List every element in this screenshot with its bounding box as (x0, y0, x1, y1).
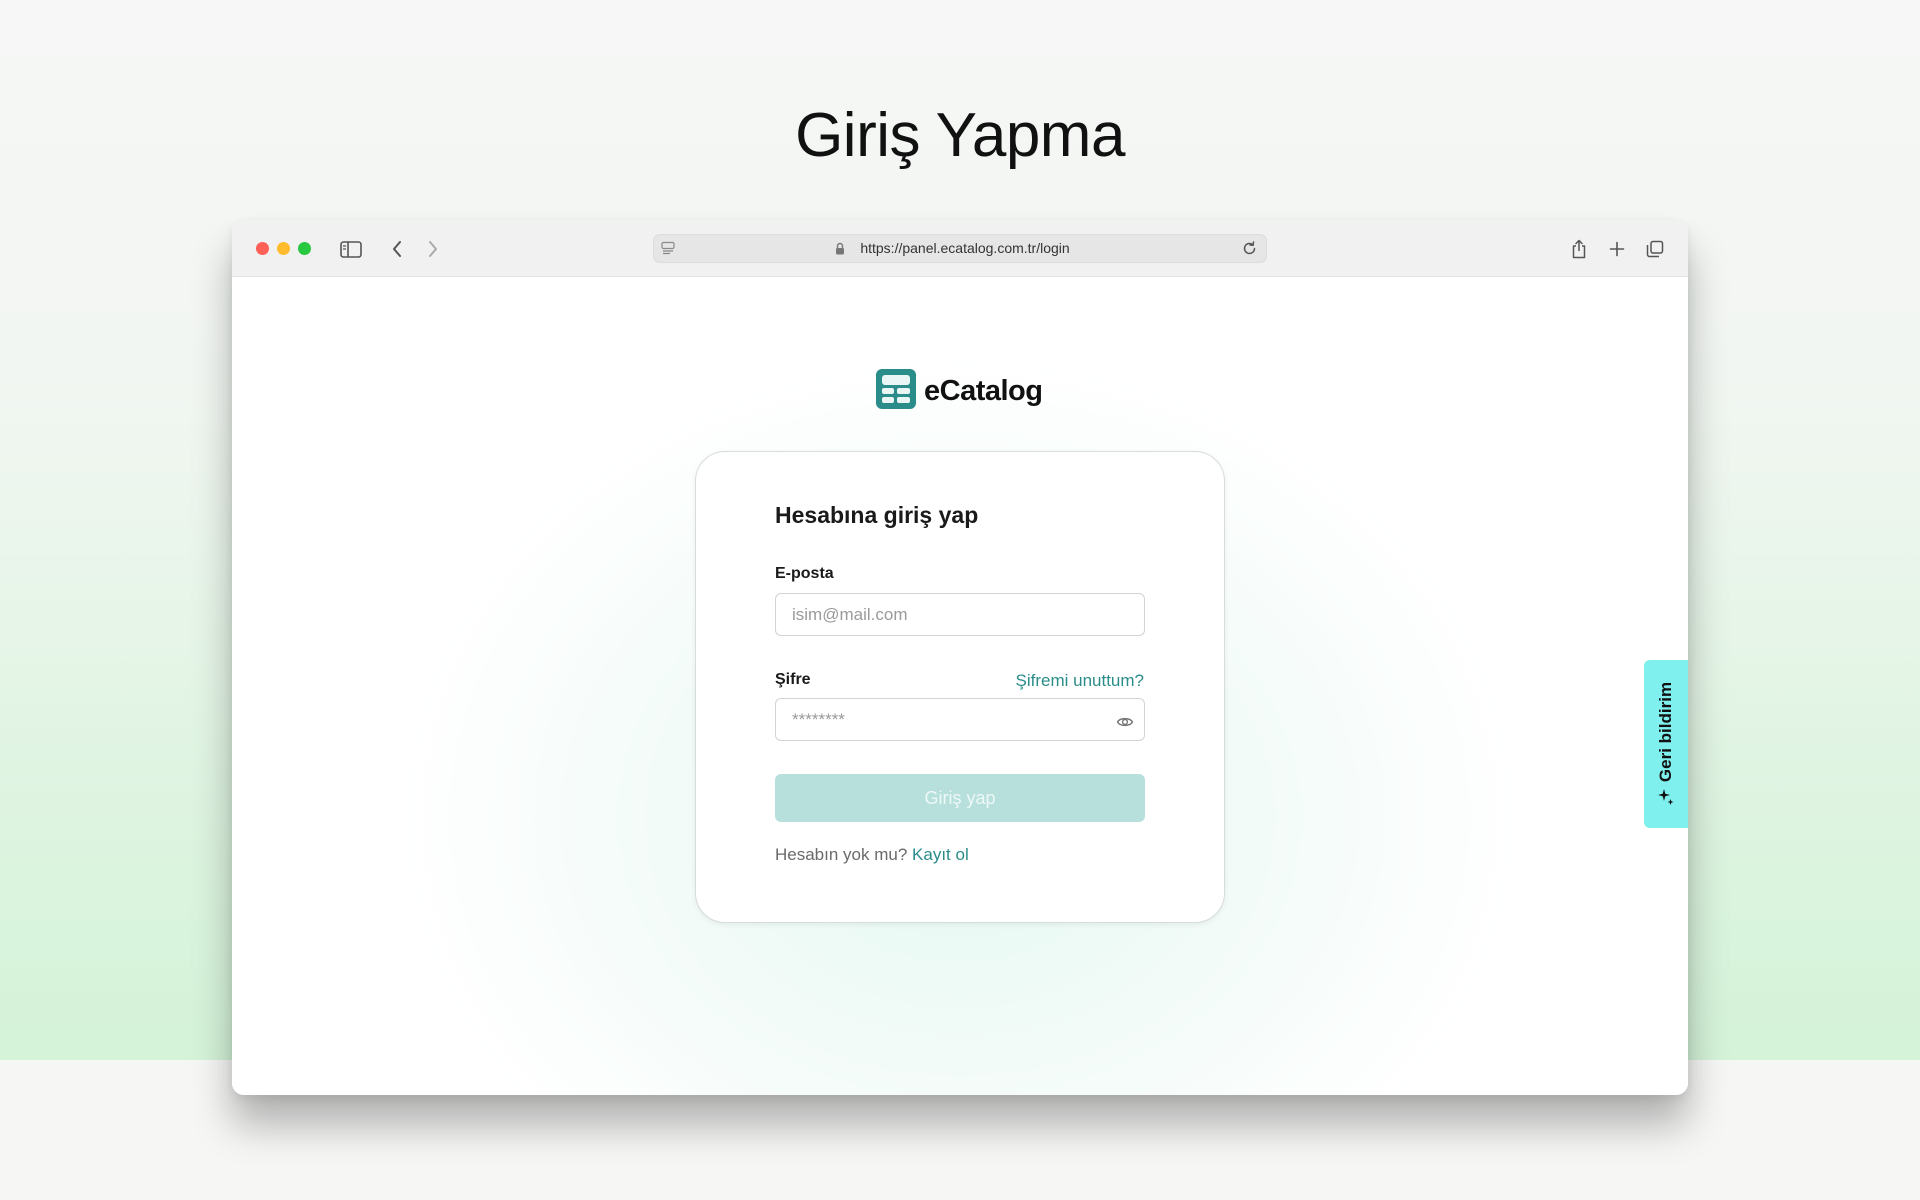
email-field[interactable] (775, 593, 1145, 636)
new-tab-icon[interactable] (1604, 236, 1630, 262)
url-text: https://panel.ecatalog.com.tr/login (860, 240, 1070, 256)
zoom-window-button[interactable] (298, 242, 311, 255)
signup-link[interactable]: Kayıt ol (912, 845, 969, 864)
password-label: Şifre (775, 671, 811, 688)
share-icon[interactable] (1566, 236, 1592, 262)
browser-window: https://panel.ecatalog.com.tr/login eCat… (232, 220, 1688, 1095)
show-password-icon[interactable] (1116, 713, 1134, 731)
email-label: E-posta (775, 565, 834, 582)
back-icon[interactable] (384, 236, 410, 262)
sparkle-icon (1657, 788, 1675, 806)
brand-name: eCatalog (924, 374, 1043, 407)
forgot-password-link[interactable]: Şifremi unuttum? (1016, 671, 1145, 691)
login-button[interactable]: Giriş yap (775, 774, 1145, 822)
address-bar[interactable]: https://panel.ecatalog.com.tr/login (653, 234, 1267, 263)
page-content: eCatalog Hesabına giriş yap E-posta Şifr… (232, 277, 1688, 1095)
minimize-window-button[interactable] (277, 242, 290, 255)
close-window-button[interactable] (256, 242, 269, 255)
signup-prompt-text: Hesabın yok mu? (775, 845, 908, 864)
forward-icon[interactable] (420, 236, 446, 262)
sidebar-icon[interactable] (338, 236, 364, 262)
feedback-tab[interactable]: Geri bildirim (1644, 660, 1688, 828)
catalog-logo-icon (876, 368, 916, 414)
feedback-label: Geri bildirim (1656, 681, 1675, 783)
password-field[interactable] (775, 698, 1145, 741)
login-heading: Hesabına giriş yap (775, 502, 979, 528)
page-title: Giriş Yapma (795, 101, 1125, 170)
brand-logo[interactable]: eCatalog (876, 368, 1043, 414)
signup-prompt: Hesabın yok mu? Kayıt ol (775, 845, 969, 865)
feedback-tab-content: Geri bildirim (1644, 660, 1688, 828)
tabs-overview-icon[interactable] (1642, 236, 1668, 262)
login-card: Hesabına giriş yap E-posta Şifre Şifremi… (695, 451, 1225, 923)
reload-icon[interactable] (1242, 241, 1257, 261)
browser-toolbar: https://panel.ecatalog.com.tr/login (232, 220, 1688, 277)
